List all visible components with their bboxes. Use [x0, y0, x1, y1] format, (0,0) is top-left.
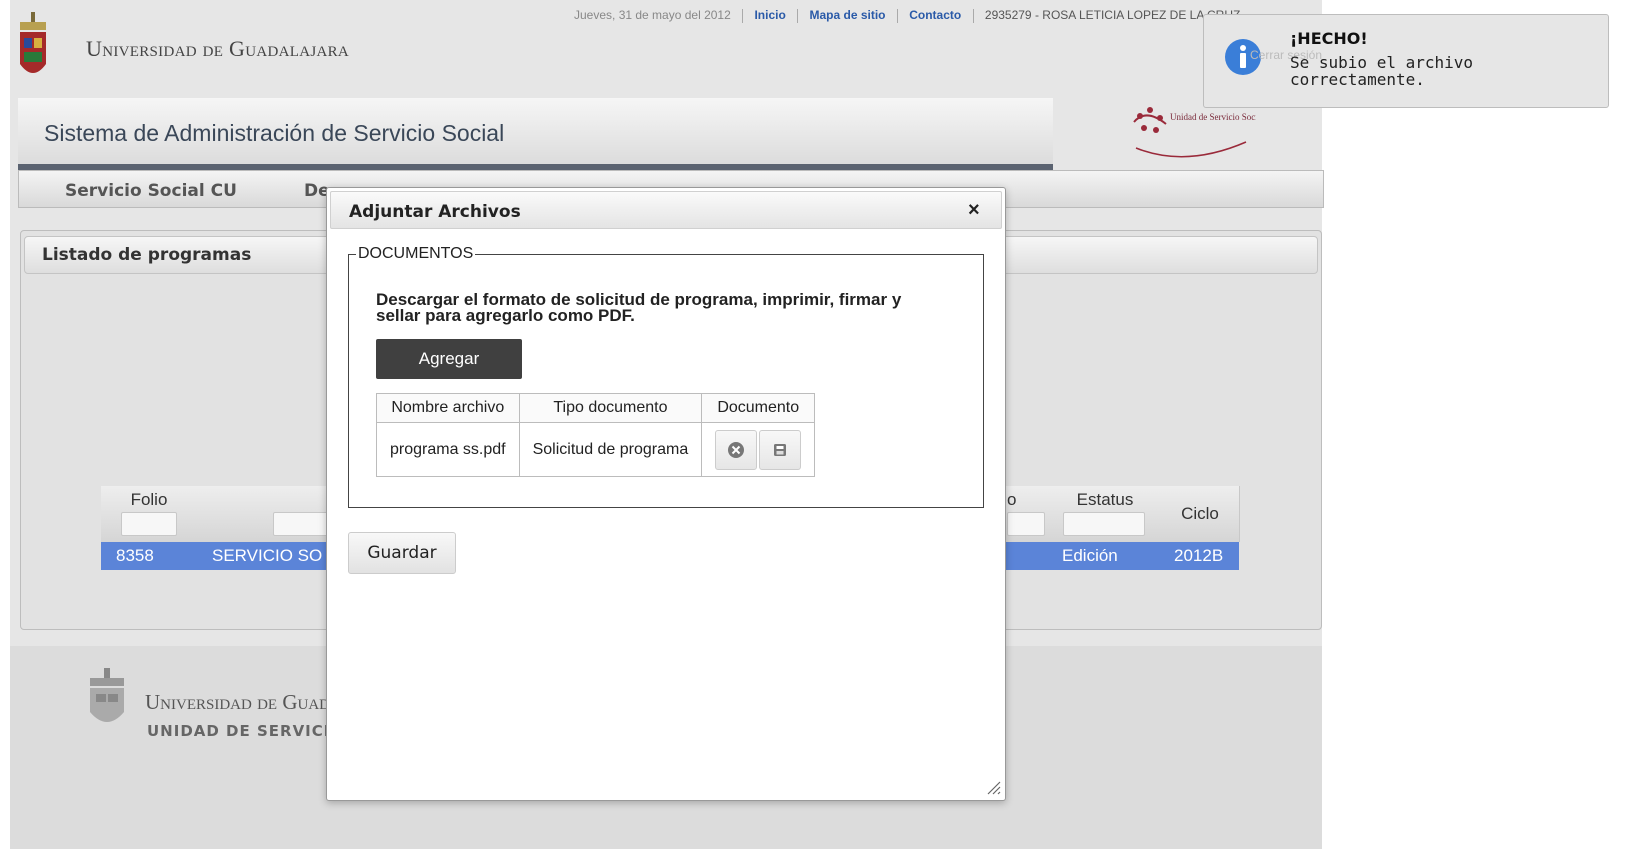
close-icon[interactable]: × — [968, 199, 980, 222]
cell-ciclo: 2012B — [1174, 546, 1224, 565]
cell-name: SERVICIO SO — [212, 546, 323, 565]
footer-brand: Universidad de Guad — [145, 690, 330, 714]
documents-instructions: Descargar el formato de solicitud de pro… — [376, 290, 902, 325]
programs-panel-title: Listado de programas — [42, 245, 252, 265]
university-shield-logo — [20, 12, 46, 73]
column-header-folio[interactable]: Folio — [101, 486, 198, 542]
system-title: Sistema de Administración de Servicio So… — [44, 120, 505, 146]
save-file-button[interactable] — [759, 429, 802, 470]
column-header-tipo-documento: Tipo documento — [518, 393, 703, 423]
filter-input-estatus[interactable] — [1063, 512, 1145, 536]
add-file-button[interactable]: Agregar — [376, 339, 522, 379]
column-header-documento: Documento — [701, 393, 816, 423]
disk-icon — [774, 443, 787, 456]
delete-circle-icon — [728, 441, 745, 458]
cell-estatus: Edición — [1062, 546, 1118, 565]
column-header-partial[interactable]: o — [1005, 486, 1050, 542]
file-name-cell: programa ss.pdf — [376, 422, 520, 477]
document-actions-cell — [701, 422, 816, 477]
delete-file-button[interactable] — [715, 429, 758, 470]
unit-logo-text: Unidad de Servicio Social — [1170, 112, 1256, 122]
footer-subtitle: UNIDAD DE SERVICIO — [147, 722, 345, 740]
resize-handle-icon[interactable] — [986, 780, 1002, 796]
save-button[interactable]: Guardar — [348, 532, 456, 574]
link-inicio[interactable]: Inicio — [754, 8, 785, 22]
link-contacto[interactable]: Contacto — [909, 8, 961, 22]
files-table: Nombre archivo Tipo documento Documento … — [376, 393, 816, 477]
university-brand: Universidad de Guadalajara — [86, 36, 350, 61]
notification-title: ¡HECHO! — [1290, 29, 1368, 48]
link-mapa-de-sitio[interactable]: Mapa de sitio — [810, 8, 886, 22]
column-header-estatus[interactable]: Estatus — [1049, 486, 1162, 542]
footer-shield-logo — [90, 668, 124, 722]
notification-message: Se subio el archivo correctamente. — [1290, 53, 1474, 89]
document-type-cell: Solicitud de programa — [518, 422, 703, 477]
table-row: programa ss.pdf Solicitud de programa — [376, 422, 816, 477]
cell-folio: 8358 — [116, 546, 154, 565]
filter-input-partial[interactable] — [1007, 512, 1045, 536]
column-header-name[interactable] — [197, 486, 338, 542]
column-header-nombre-archivo: Nombre archivo — [376, 393, 520, 423]
top-links-bar: Jueves, 31 de mayo del 2012 Inicio Mapa … — [574, 8, 1240, 23]
dialog-title: Adjuntar Archivos — [349, 202, 521, 222]
current-date: Jueves, 31 de mayo del 2012 — [574, 8, 731, 22]
menu-servicio-social-cu[interactable]: Servicio Social CU — [65, 181, 237, 201]
column-header-ciclo[interactable]: Ciclo — [1161, 486, 1240, 542]
filter-input-folio[interactable] — [121, 512, 177, 536]
documents-legend: DOCUMENTOS — [356, 245, 476, 263]
